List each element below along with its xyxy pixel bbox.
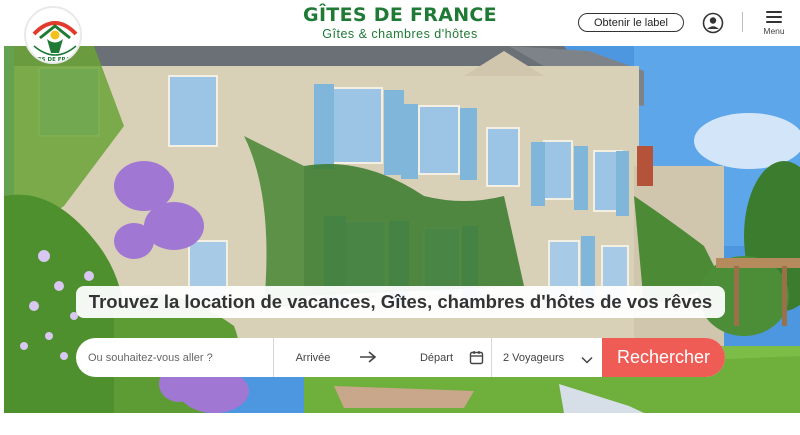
menu-button[interactable]: Menu xyxy=(761,9,787,39)
arrival-label: Arrivée xyxy=(295,351,331,364)
user-icon[interactable] xyxy=(702,12,724,34)
destination-input[interactable] xyxy=(76,338,273,377)
search-button[interactable]: Rechercher xyxy=(602,338,725,377)
arrow-right-icon xyxy=(359,350,377,364)
travelers-value: 2 Voyageurs xyxy=(503,351,565,364)
page: GÎTES DE FRANCE GÎTES DE FRANCE Gîtes & … xyxy=(0,0,800,435)
obtain-label-button[interactable]: Obtenir le label xyxy=(578,13,684,32)
header-divider xyxy=(742,12,743,32)
chevron-down-icon[interactable] xyxy=(581,352,593,364)
site-header: GÎTES DE FRANCE GÎTES DE FRANCE Gîtes & … xyxy=(0,0,800,64)
logo-icon[interactable]: GÎTES DE FRANCE xyxy=(24,6,82,64)
arrival-date-field[interactable]: Arrivée xyxy=(274,338,352,377)
menu-label: Menu xyxy=(763,26,785,36)
menu-icon xyxy=(766,11,782,23)
calendar-icon[interactable] xyxy=(469,350,484,365)
departure-label: Départ xyxy=(419,351,454,364)
search-bar: Arrivée Départ 2 Voyageurs Recher xyxy=(76,338,725,377)
hero-headline: Trouvez la location de vacances, Gîtes, … xyxy=(76,286,725,318)
destination-field[interactable] xyxy=(76,338,274,377)
